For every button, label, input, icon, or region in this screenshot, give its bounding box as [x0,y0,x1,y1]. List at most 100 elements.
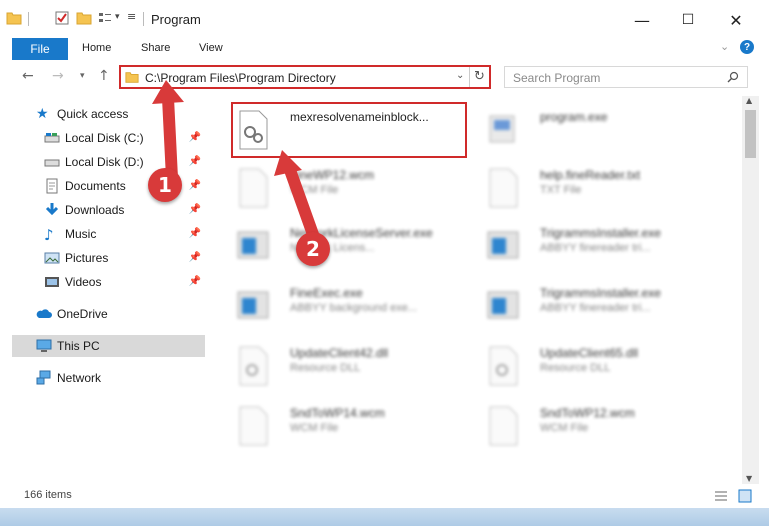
pin-icon[interactable]: 📌 [189,276,201,287]
file-type: ABBYY finereader tri... [540,302,651,314]
properties-icon[interactable] [54,10,70,26]
app-window-icon [237,291,269,319]
pin-icon[interactable]: 📌 [189,156,201,167]
sidebar-item-this-pc[interactable]: This PC [12,335,205,357]
dll-gear-icon [239,346,268,386]
sidebar-item-local-disk-d[interactable]: Local Disk (D:) 📌 [0,151,205,173]
new-folder-icon[interactable] [76,10,92,26]
separator [143,12,144,26]
app-window-icon [487,291,519,319]
file-item-txt[interactable]: help.fineReader.txt TXT File [472,160,722,212]
search-input[interactable]: Search Program [504,66,748,88]
sidebar-item-label: This PC [57,339,100,353]
forward-arrow-icon[interactable]: → [52,68,64,84]
file-item-dll[interactable]: UpdateClient42.dll Resource DLL [222,338,472,390]
scrollbar-thumb[interactable] [745,110,756,158]
scroll-up-icon[interactable]: ▲ [746,96,752,105]
address-path[interactable]: C:\Program Files\Program Directory [145,71,336,85]
file-type: ABBYY finereader tri... [540,242,651,254]
maximize-button[interactable]: ☐ [668,6,708,34]
sidebar-item-label: Music [65,227,97,241]
documents-icon [46,178,58,194]
tab-home[interactable]: Home [82,42,111,54]
file-name: UpdateClient42.dll [290,346,389,360]
pin-icon[interactable]: 📌 [189,252,201,263]
details-view-icon[interactable] [714,490,728,502]
large-icons-view-icon[interactable] [738,489,752,503]
refresh-icon[interactable]: ↻ [474,69,485,84]
view-options-icon[interactable] [97,10,113,26]
tab-file[interactable]: File [12,38,68,60]
sidebar-item-videos[interactable]: Videos 📌 [0,271,205,293]
folder-icon [125,72,139,83]
customize-toolbar-icon[interactable]: ≡ [127,10,136,23]
file-item-exe[interactable]: TrigrammsInstaller.exe ABBYY finereader … [472,278,722,330]
file-item-exe[interactable]: NetworkLicenseServer.exe Network Licens.… [222,218,472,270]
pictures-icon [44,252,60,264]
file-item-exe[interactable]: TrigrammsInstaller.exe ABBYY finereader … [472,218,722,270]
address-bar[interactable]: C:\Program Files\Program Directory ⌄ ↻ [119,65,491,89]
file-type: ABBYY background exe... [290,302,417,314]
file-item-wcm[interactable]: SndToWP12.wcm WCM File [472,398,722,450]
file-icon [489,406,518,446]
pin-icon[interactable]: 📌 [189,228,201,239]
up-arrow-icon[interactable]: ↑ [98,68,110,84]
file-icon [239,168,268,208]
search-icon[interactable] [727,71,739,83]
file-type: TXT File [540,184,582,196]
recent-locations-chevron-icon[interactable]: ▾ [80,71,85,81]
sidebar-item-music[interactable]: ♪ Music 📌 [0,223,205,245]
folder-icon [6,12,22,25]
sidebar-item-pictures[interactable]: Pictures 📌 [0,247,205,269]
drive-icon [44,133,60,143]
dropdown-chevron-icon[interactable]: ▾ [115,12,120,22]
help-icon[interactable]: ? [740,40,754,54]
file-item-wcm[interactable]: FineWP12.wcm WCM File [222,160,472,212]
file-name: TrigrammsInstaller.exe [540,226,661,240]
address-row: ← → ▾ ↑ C:\Program Files\Program Directo… [0,62,769,94]
address-dropdown-icon[interactable]: ⌄ [456,70,464,81]
sidebar-item-onedrive[interactable]: OneDrive [0,303,205,325]
pin-icon[interactable]: 📌 [189,180,201,191]
sidebar-item-downloads[interactable]: Downloads 📌 [0,199,205,221]
search-placeholder: Search Program [513,71,601,85]
step-badge-2: 2 [296,232,330,266]
file-item-dll[interactable]: UpdateClient65.dll Resource DLL [472,338,722,390]
file-name: SndToWP14.wcm [290,406,385,420]
cloud-icon [36,309,52,318]
sidebar-item-label: Videos [65,275,102,289]
file-type: Resource DLL [540,362,611,374]
pin-icon[interactable]: 📌 [189,204,201,215]
window-title: Program [151,12,201,27]
scroll-down-icon[interactable]: ▼ [746,474,752,483]
file-item-wcm[interactable]: SndToWP14.wcm WCM File [222,398,472,450]
desktop-background-strip [0,508,769,526]
navigation-pane: ★ Quick access Local Disk (C:) 📌 Local D… [0,96,208,478]
file-item-exe[interactable]: FineExec.exe ABBYY background exe... [222,278,472,330]
file-item-exe[interactable]: program.exe [472,102,722,154]
tab-view[interactable]: View [199,42,223,54]
music-icon: ♪ [44,226,54,244]
sidebar-item-network[interactable]: Network [0,367,205,389]
back-arrow-icon[interactable]: ← [22,68,34,84]
minimize-button[interactable]: — [622,6,662,34]
file-name: FineWP12.wcm [290,168,375,182]
status-bar: 166 items [0,484,769,508]
close-button[interactable]: ✕ [716,6,756,34]
file-type: WCM File [540,422,589,434]
pin-icon[interactable]: 📌 [189,132,201,143]
separator [28,12,29,26]
dll-gear-icon [489,346,518,386]
videos-icon [45,277,59,287]
item-count: 166 items [24,489,72,501]
sidebar-item-local-disk-c[interactable]: Local Disk (C:) 📌 [0,127,205,149]
file-name: TrigrammsInstaller.exe [540,286,661,300]
expand-ribbon-icon[interactable]: ⌄ [720,40,729,53]
step-badge-1: 1 [148,168,182,202]
network-icon [36,370,51,385]
file-name: UpdateClient65.dll [540,346,639,360]
tab-share[interactable]: Share [141,42,170,54]
sidebar-item-quick-access[interactable]: ★ Quick access [0,103,205,125]
exe-icon [489,115,515,143]
vertical-scrollbar[interactable]: ▲ ▼ [742,96,759,488]
